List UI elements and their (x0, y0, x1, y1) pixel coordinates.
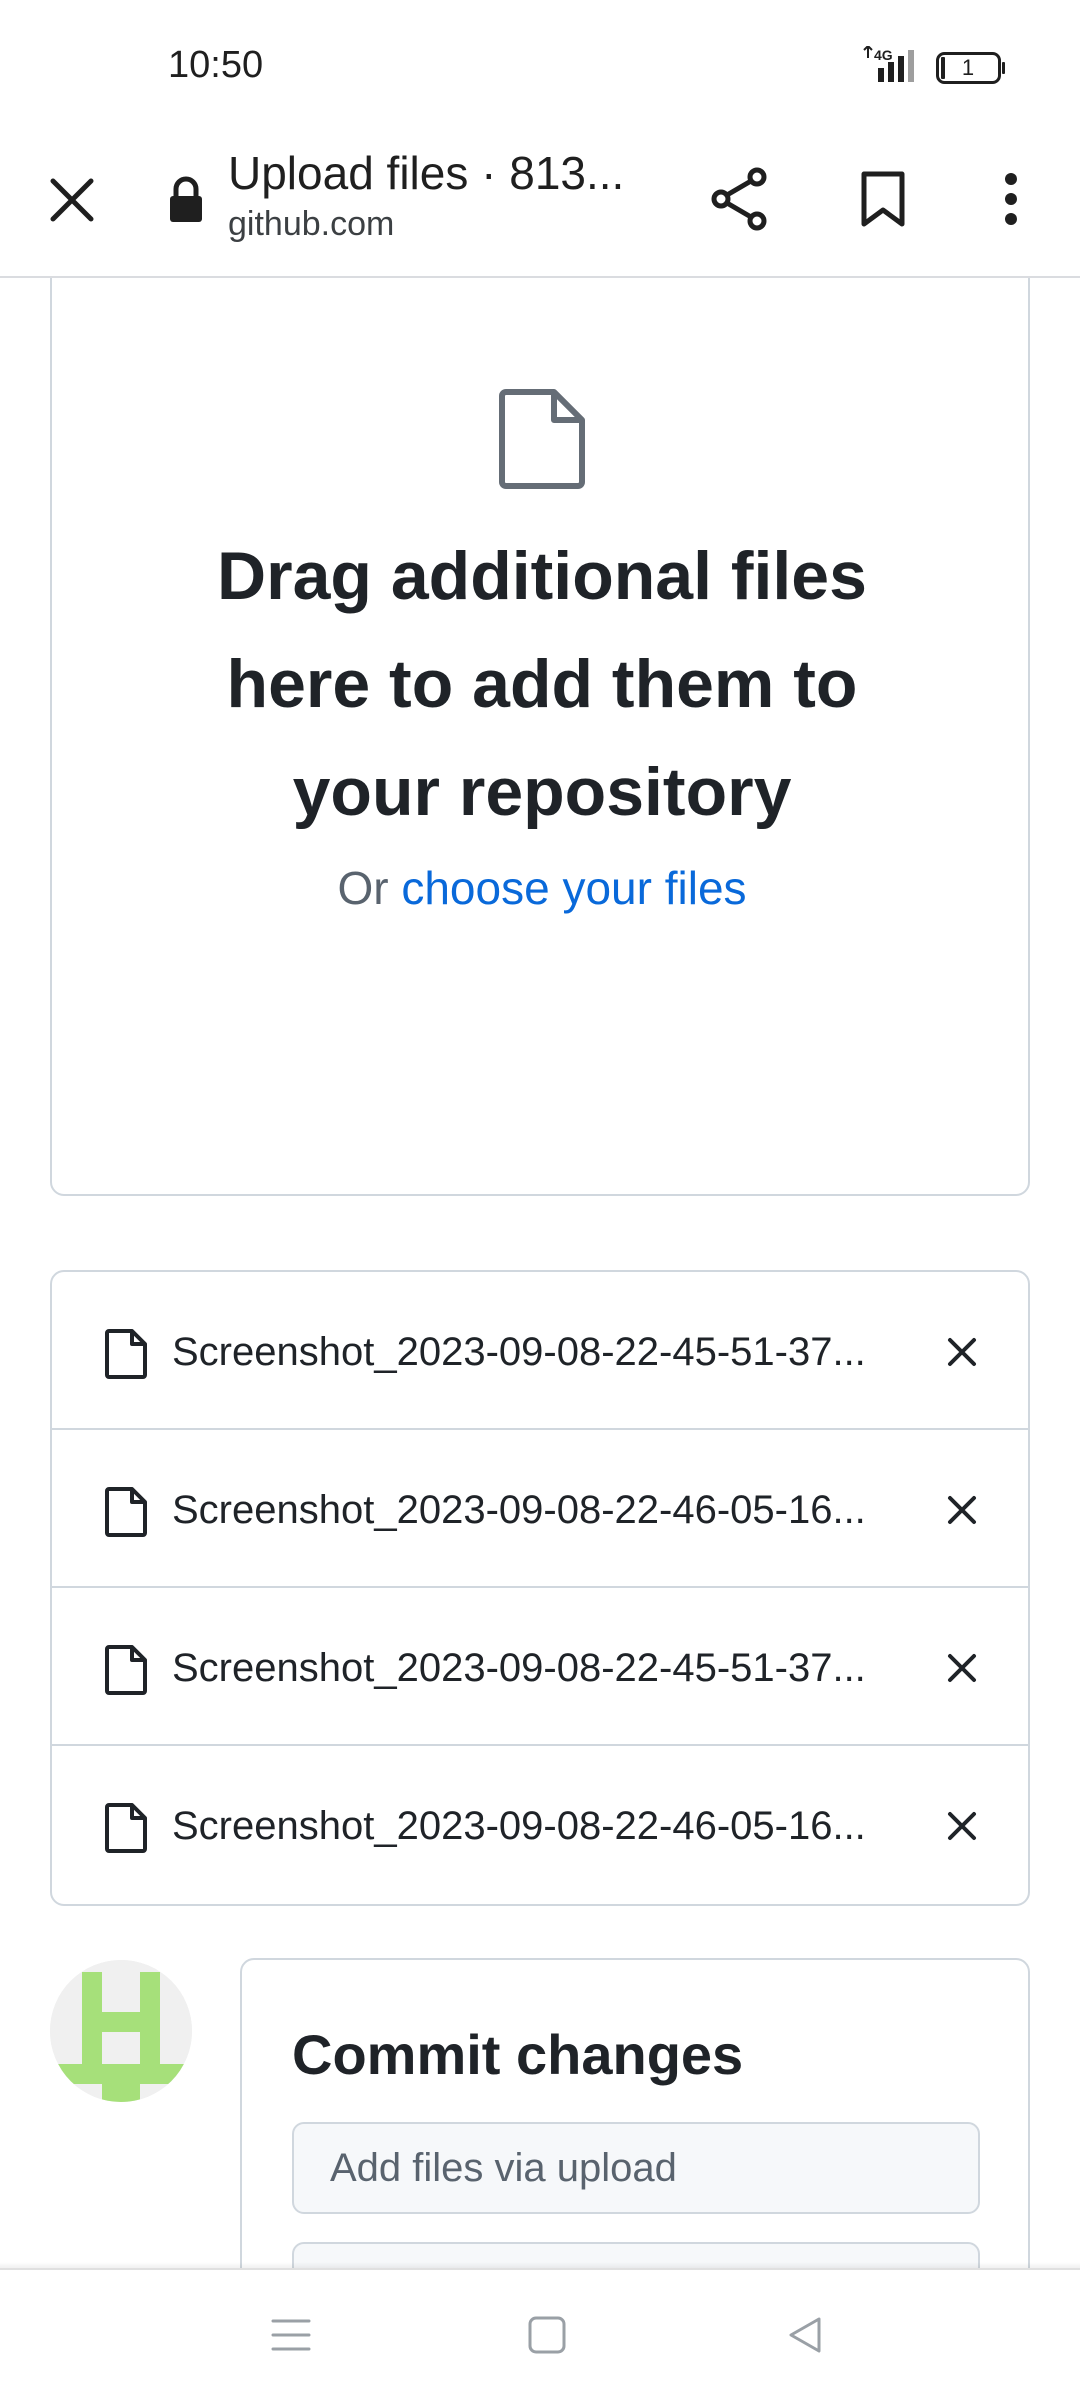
uploaded-file-list: Screenshot_2023-09-08-22-45-51-37... Scr… (50, 1270, 1030, 1906)
signal-icon: 4G (863, 46, 914, 82)
file-list-item: Screenshot_2023-09-08-22-46-05-16... (52, 1746, 1028, 1904)
commit-changes-panel: Commit changes (240, 1958, 1030, 2268)
back-button[interactable] (770, 2300, 840, 2370)
page-content: Drag additional files here to add them t… (0, 278, 1080, 2268)
file-name: Screenshot_2023-09-08-22-45-51-37... (172, 1646, 866, 1690)
file-icon (105, 1803, 147, 1853)
dropzone-heading-line: Drag additional files (217, 538, 867, 614)
battery-level: 1 (961, 55, 975, 80)
back-icon (789, 2317, 821, 2353)
recent-apps-button[interactable] (256, 2300, 326, 2370)
identicon-avatar (50, 1960, 192, 2102)
close-button[interactable] (32, 160, 112, 240)
close-icon (948, 1496, 976, 1524)
file-icon (105, 1329, 147, 1379)
close-icon (50, 178, 94, 222)
file-list-item: Screenshot_2023-09-08-22-45-51-37... (52, 1272, 1028, 1430)
commit-summary-input[interactable] (292, 2122, 980, 2214)
dropzone-heading-line: your repository (292, 754, 792, 830)
bookmark-button[interactable] (840, 156, 926, 242)
file-name: Screenshot_2023-09-08-22-46-05-16... (172, 1804, 866, 1848)
remove-file-button[interactable] (932, 1480, 992, 1540)
dropzone-heading: Drag additional files here to add them t… (112, 522, 972, 846)
file-dropzone[interactable]: Drag additional files here to add them t… (50, 278, 1030, 1196)
avatar[interactable] (50, 1960, 192, 2102)
choose-files-link[interactable]: choose your files (401, 862, 746, 914)
dropzone-subtext: Or choose your files (112, 858, 972, 918)
more-options-button[interactable] (968, 156, 1054, 242)
page-url[interactable]: github.com (228, 202, 394, 246)
file-icon (499, 389, 585, 489)
close-icon (948, 1812, 976, 1840)
lock-icon (170, 176, 202, 222)
site-info-button[interactable] (160, 170, 212, 230)
network-label: 4G (874, 47, 893, 63)
share-button[interactable] (696, 156, 782, 242)
system-nav-bar (0, 2268, 1080, 2402)
file-list-item: Screenshot_2023-09-08-22-45-51-37... (52, 1588, 1028, 1746)
home-button[interactable] (512, 2300, 582, 2370)
remove-file-button[interactable] (932, 1796, 992, 1856)
home-icon (528, 2316, 566, 2354)
close-icon (948, 1338, 976, 1366)
browser-toolbar: Upload files · 813... github.com (0, 130, 1080, 278)
status-time: 10:50 (168, 44, 264, 86)
dropzone-heading-line: here to add them to (226, 646, 858, 722)
dropzone-sub-prefix: Or (337, 862, 402, 914)
file-icon (105, 1487, 147, 1537)
page-title[interactable]: Upload files · 813... (228, 142, 638, 204)
commit-title: Commit changes (292, 2023, 744, 2086)
file-icon (105, 1645, 147, 1695)
status-bar: 10:50 4G 1 (0, 0, 1080, 130)
file-list-item: Screenshot_2023-09-08-22-46-05-16... (52, 1430, 1028, 1588)
menu-icon (271, 2319, 311, 2351)
remove-file-button[interactable] (932, 1322, 992, 1382)
share-icon (711, 167, 767, 231)
bookmark-icon (861, 171, 905, 227)
remove-file-button[interactable] (932, 1638, 992, 1698)
close-icon (948, 1654, 976, 1682)
file-name: Screenshot_2023-09-08-22-45-51-37... (172, 1330, 866, 1374)
more-vert-icon (1005, 173, 1017, 225)
file-name: Screenshot_2023-09-08-22-46-05-16... (172, 1488, 866, 1532)
